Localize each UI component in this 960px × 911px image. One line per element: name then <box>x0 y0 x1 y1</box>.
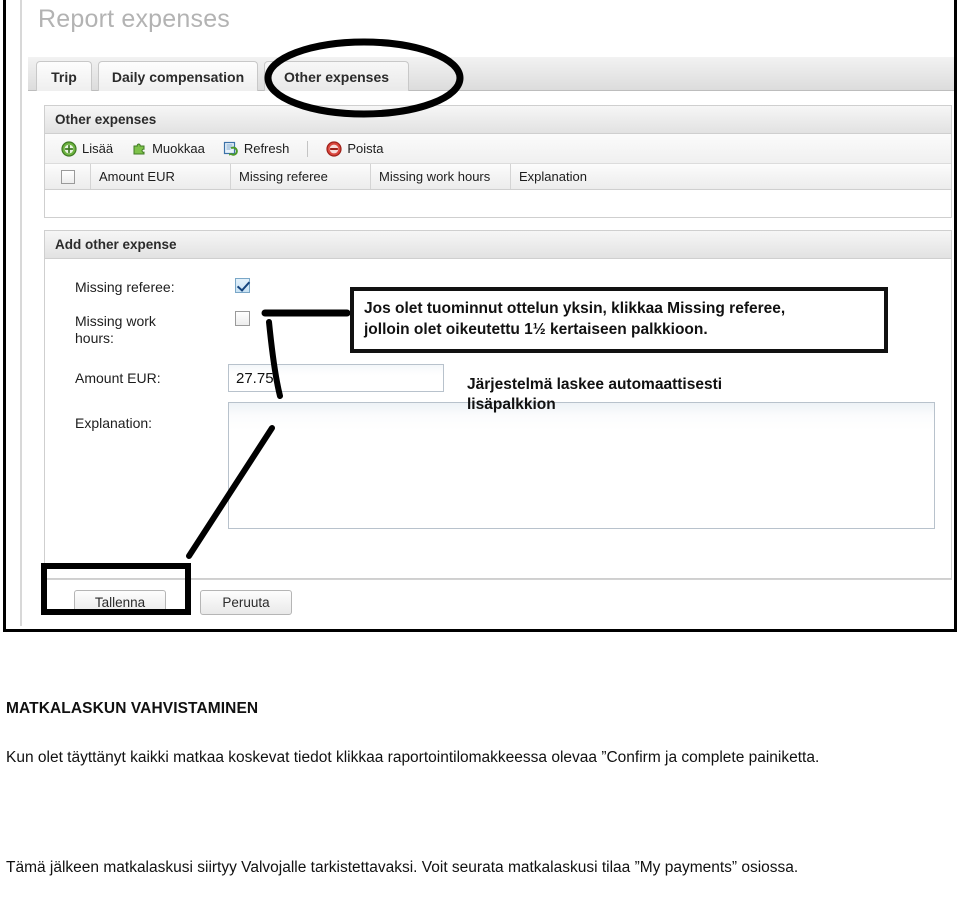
doc-paragraph-2: Tämä jälkeen matkalaskusi siirtyy Valvoj… <box>6 859 799 876</box>
grid-empty-body <box>45 190 951 214</box>
explanation-textarea[interactable] <box>228 402 935 529</box>
tab-label: Other expenses <box>283 68 390 85</box>
grid-toolbar: Lisää Muokkaa Refresh Poista <box>45 134 951 164</box>
grid-select-all-cell[interactable] <box>45 164 91 189</box>
grid-panel-title: Other expenses <box>45 106 951 134</box>
column-header-missing-referee[interactable]: Missing referee <box>231 164 371 189</box>
explanation-label: Explanation: <box>75 415 153 431</box>
missing-referee-checkbox[interactable] <box>235 278 250 293</box>
page-title: Report expenses <box>38 5 231 33</box>
delete-button-label: Poista <box>347 141 384 156</box>
refresh-button[interactable]: Refresh <box>217 139 296 159</box>
amount-eur-value: 27.75 <box>236 369 274 387</box>
remove-circle-icon <box>326 140 342 157</box>
grid-header-row: Amount EUR Missing referee Missing work … <box>45 164 951 190</box>
callout-line-2: jolloin olet oikeutettu 1½ kertaiseen pa… <box>364 321 708 339</box>
other-expenses-grid-panel: Other expenses Lisää Muokkaa Refresh Poi… <box>44 105 952 218</box>
refresh-button-label: Refresh <box>243 141 290 156</box>
callout-missing-referee: Jos olet tuominnut ottelun yksin, klikka… <box>350 287 888 353</box>
amount-eur-label: Amount EUR: <box>75 370 161 386</box>
add-button-label: Lisää <box>82 141 114 156</box>
doc-heading: MATKALASKUN VAHVISTAMINEN <box>6 700 259 717</box>
note-automatic-calculation: Järjestelmä laskee automaattisesti lisäp… <box>467 375 867 416</box>
tab-other-expenses[interactable]: Other expenses <box>264 61 409 91</box>
tab-label: Daily compensation <box>111 68 245 85</box>
add-circle-icon <box>61 140 77 157</box>
amount-eur-input[interactable]: 27.75 <box>228 364 444 392</box>
edit-button-label: Muokkaa <box>152 141 205 156</box>
missing-work-hours-label: Missing work hours: <box>75 313 156 346</box>
tab-label: Trip <box>51 68 77 85</box>
delete-button[interactable]: Poista <box>320 139 389 159</box>
edit-button[interactable]: Muokkaa <box>125 139 211 159</box>
rect-highlight-save-button <box>41 563 191 615</box>
tab-trip[interactable]: Trip <box>36 61 92 91</box>
note-line-2: lisäpalkkion <box>467 396 556 414</box>
doc-paragraph-1: Kun olet täyttänyt kaikki matkaa koskeva… <box>6 749 820 766</box>
puzzle-edit-icon <box>133 142 145 154</box>
column-header-amount[interactable]: Amount EUR <box>91 164 231 189</box>
column-header-missing-work-hours[interactable]: Missing work hours <box>371 164 511 189</box>
note-line-1: Järjestelmä laskee automaattisesti <box>467 376 723 393</box>
callout-line-1: Jos olet tuominnut ottelun yksin, klikka… <box>364 300 786 317</box>
tab-daily-compensation[interactable]: Daily compensation <box>98 61 258 91</box>
app-window: Report expenses Trip Daily compensation … <box>20 0 954 626</box>
tab-strip: Trip Daily compensation Other expenses <box>28 57 954 91</box>
column-header-explanation[interactable]: Explanation <box>511 164 951 189</box>
refresh-icon <box>223 141 238 156</box>
missing-work-hours-checkbox[interactable] <box>235 311 250 326</box>
form-panel-title: Add other expense <box>45 231 951 259</box>
embedded-screenshot: Report expenses Trip Daily compensation … <box>3 0 957 632</box>
missing-referee-label: Missing referee: <box>75 279 175 295</box>
cancel-button[interactable]: Peruuta <box>200 590 292 615</box>
add-button[interactable]: Lisää <box>55 139 119 159</box>
cancel-button-label: Peruuta <box>222 595 270 610</box>
toolbar-separator <box>307 140 309 157</box>
select-all-checkbox[interactable] <box>60 169 75 184</box>
